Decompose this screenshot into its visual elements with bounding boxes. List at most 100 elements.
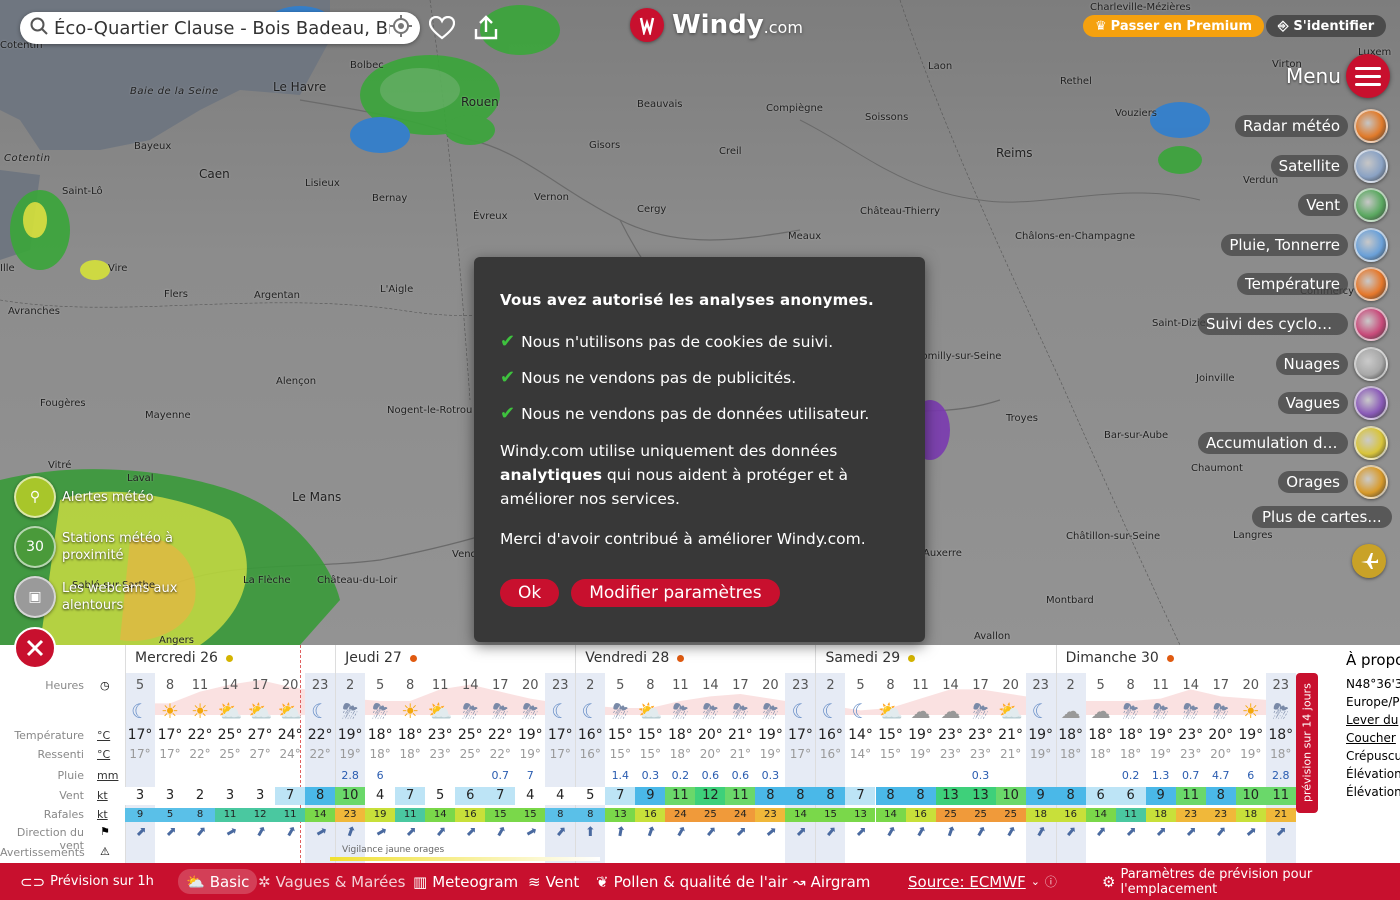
share-upload-icon[interactable] xyxy=(472,14,500,42)
gust-cell: 23 xyxy=(335,808,366,822)
airport-plane-icon[interactable] xyxy=(1352,544,1386,578)
wind-tab[interactable]: ≋ Vent xyxy=(528,863,579,900)
wind-cell: 10 xyxy=(335,787,366,805)
day-header[interactable]: Samedi 29 xyxy=(825,650,916,666)
meteogram-tab[interactable]: ▥ Meteogram xyxy=(413,863,518,900)
city-label: Meaux xyxy=(788,231,822,242)
day-header[interactable]: Dimanche 30 xyxy=(1066,650,1174,666)
layer-item[interactable]: Radar météo xyxy=(1234,109,1388,143)
day-header[interactable]: Vendredi 28 xyxy=(585,650,685,666)
close-forecast-icon[interactable] xyxy=(14,627,56,669)
checkmark-icon: ✔ xyxy=(500,331,516,352)
layer-label: Orages xyxy=(1278,471,1348,494)
feels-like-cell: 25° xyxy=(219,747,241,761)
pollen-tab[interactable]: ❦ Pollen & qualité de l'air xyxy=(596,863,787,900)
wind-direction-arrow-icon: ⬆ xyxy=(613,824,627,841)
source-select[interactable]: Source: ECMWF ⌄ ⓘ xyxy=(908,863,1057,900)
locate-icon[interactable] xyxy=(390,15,412,41)
waves-tab[interactable]: ✲ Vagues & Marées xyxy=(258,863,405,900)
city-label: Rethel xyxy=(1060,76,1092,87)
layer-item[interactable]: Suivi des cyclones xyxy=(1198,307,1388,341)
moon-weather-icon: ☾ xyxy=(821,699,840,723)
city-label: Lisieux xyxy=(305,178,340,189)
hourly-forecast-button[interactable]: ⊂⊃ Prévision sur 1h xyxy=(20,863,154,900)
temperature-cell: 23° xyxy=(1178,727,1204,743)
search-input[interactable]: Éco-Quartier Clause - Bois Badeau, Bréti… xyxy=(54,18,390,39)
feels-like-cell: 23° xyxy=(429,747,451,761)
waves-icon: ✲ xyxy=(258,872,271,891)
sunset[interactable]: Coucher xyxy=(1346,731,1400,745)
wind-cell: 5 xyxy=(425,787,456,805)
wind-direction-arrow-icon: ⬆ xyxy=(370,824,390,841)
gust-cell: 15 xyxy=(485,808,516,822)
temperature-cell: 23° xyxy=(968,727,993,743)
hour-cell: 20 xyxy=(1242,678,1260,693)
basic-tab[interactable]: ⛅ Basic xyxy=(178,869,258,894)
temperature-cell: 23° xyxy=(938,727,963,743)
favorite-heart-icon[interactable] xyxy=(428,14,456,42)
gust-cell: 16 xyxy=(635,808,666,822)
wind-direction-arrow-icon: ⬆ xyxy=(310,824,330,841)
gust-cell: 25 xyxy=(995,808,1026,822)
left-quick-button[interactable]: ▣ Les webcams aux alentours xyxy=(14,576,182,618)
pcloud-weather-icon: ⛅ xyxy=(998,699,1024,723)
layer-item[interactable]: Vent xyxy=(1298,188,1388,223)
menu-hamburger-icon[interactable] xyxy=(1346,54,1390,98)
search-icon xyxy=(30,17,48,39)
layer-item[interactable]: Pluie, Tonnerre xyxy=(1221,227,1388,262)
temperature-cell: 17° xyxy=(157,727,183,743)
rain-cell: 0.2 xyxy=(1121,769,1140,782)
modify-settings-button[interactable]: Modifier paramètres xyxy=(571,579,780,607)
city-label: Chaumont xyxy=(1191,463,1243,474)
left-quick-button[interactable]: 30 Stations météo à proximité xyxy=(14,526,182,568)
rain-cell: 0.7 xyxy=(491,769,509,782)
login-button[interactable]: ⎆ S'identifier xyxy=(1266,15,1387,37)
layer-label: Pluie, Tonnerre xyxy=(1221,233,1348,256)
gust-cell: 15 xyxy=(815,808,846,822)
location-settings-button[interactable]: ⚙ Paramètres de prévision pour l'emplacem… xyxy=(1102,863,1400,900)
hour-cell: 23 xyxy=(792,678,809,693)
more-layers-button[interactable]: Plus de cartes... xyxy=(1252,506,1392,528)
premium-button[interactable]: ♛ Passer en Premium xyxy=(1083,15,1264,37)
menu-label[interactable]: Menu xyxy=(1286,64,1341,88)
wind-direction-arrow-icon: ⬆ xyxy=(1241,823,1260,842)
temperature-cell: 22° xyxy=(307,727,333,743)
cloud-weather-icon: ☁ xyxy=(1060,699,1081,723)
windy-logo[interactable]: Windy.com xyxy=(630,8,803,42)
wind-direction-arrow-icon: ⬆ xyxy=(1061,823,1080,842)
rain-weather-icon: ⛈ xyxy=(762,699,779,723)
layer-item[interactable]: Accumulation de pluie xyxy=(1198,425,1388,460)
fourteen-day-forecast-tab[interactable]: prévision sur 14 jours xyxy=(1296,673,1318,813)
layer-item[interactable]: Vagues xyxy=(1277,386,1388,421)
day-header[interactable]: Mercredi 26 xyxy=(135,650,233,666)
temperature-cell: 19° xyxy=(758,727,783,743)
city-label: Avallon xyxy=(974,631,1011,642)
gust-cell: 11 xyxy=(395,808,426,822)
sunrise[interactable]: Lever du xyxy=(1346,713,1400,727)
layer-thumbnail-icon xyxy=(1354,386,1388,421)
city-label: Nogent-le-Rotrou xyxy=(387,405,473,416)
search-bar[interactable]: Éco-Quartier Clause - Bois Badeau, Bréti… xyxy=(20,12,420,44)
left-quick-button[interactable]: ⚲ Alertes météo xyxy=(14,476,182,518)
layer-item[interactable]: Nuages xyxy=(1275,346,1388,381)
layer-item[interactable]: Orages xyxy=(1278,465,1388,500)
coordinates: N48°36'3 xyxy=(1346,677,1400,691)
feels-like-cell: 19° xyxy=(759,747,782,761)
rain-cell: 6 xyxy=(1247,769,1255,782)
layer-thumbnail-icon xyxy=(1354,267,1388,302)
gust-cell: 25 xyxy=(935,808,966,822)
city-label: Vouziers xyxy=(1115,108,1158,119)
rain-weather-icon: ⛈ xyxy=(672,699,689,723)
feels-like-cell: 19° xyxy=(909,747,932,761)
pcloud-weather-icon: ⛅ xyxy=(427,699,453,723)
city-label: L'Aigle xyxy=(380,284,414,295)
day-header[interactable]: Jeudi 27 xyxy=(345,650,417,666)
feels-like-cell: 20° xyxy=(1210,747,1232,761)
layer-label: Satellite xyxy=(1270,154,1348,177)
layer-item[interactable]: Température xyxy=(1236,267,1388,302)
airgram-tab[interactable]: ↝ Airgram xyxy=(793,863,870,900)
wind-cell: 3 xyxy=(215,787,246,805)
layer-item[interactable]: Satellite xyxy=(1270,148,1388,183)
city-label: Laon xyxy=(928,61,953,72)
ok-button[interactable]: Ok xyxy=(500,579,560,607)
